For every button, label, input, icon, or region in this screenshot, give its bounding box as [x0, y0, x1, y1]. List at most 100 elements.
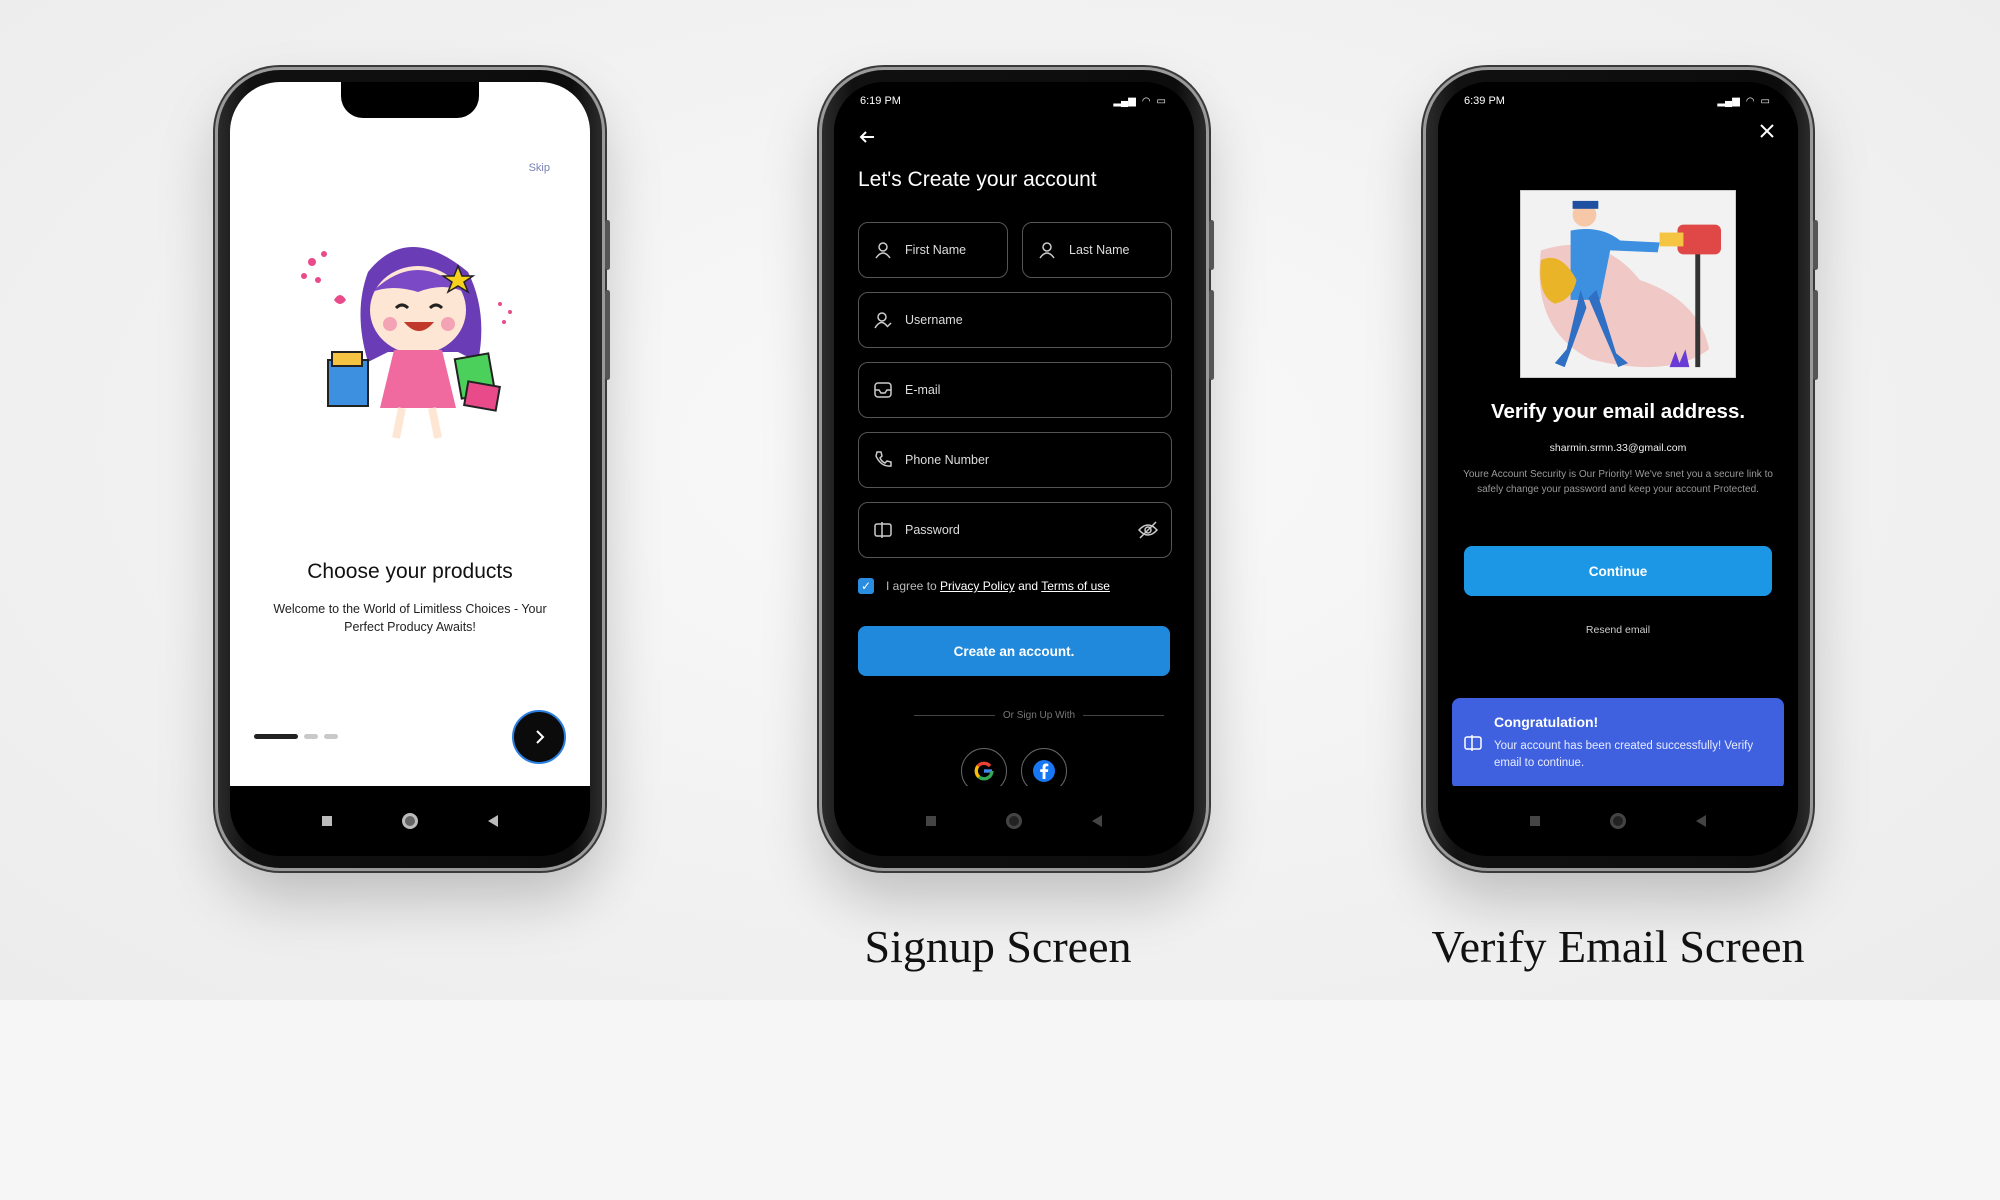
page-dot-active [254, 734, 298, 739]
battery-icon: ▭ [1760, 95, 1770, 107]
verify-description: Youre Account Security is Our Priority! … [1463, 469, 1773, 495]
email-field[interactable]: E-mail [858, 362, 1172, 418]
verify-caption: Verify Email Screen [1431, 921, 1805, 972]
terms-of-use-link[interactable]: Terms of use [1041, 579, 1110, 593]
divider-text: Or Sign Up With [1002, 710, 1076, 721]
eye-slash-icon[interactable] [1137, 520, 1159, 540]
skip-link[interactable]: Skip [529, 162, 550, 174]
signal-icon: ▂▄▆ [1113, 95, 1136, 107]
social-divider: Or Sign Up With [914, 710, 1164, 721]
home-icon[interactable] [402, 813, 418, 829]
android-nav-bar [834, 786, 1194, 856]
toast-title: Congratulation! [1494, 714, 1599, 730]
home-icon[interactable] [1610, 813, 1626, 829]
google-icon [974, 761, 994, 781]
divider-line [914, 715, 995, 716]
notch [945, 82, 1083, 118]
mailman-illustration [1520, 190, 1736, 378]
arrow-left-icon[interactable] [858, 128, 876, 146]
first-name-field[interactable]: First Name [858, 222, 1008, 278]
phone-icon [875, 451, 892, 467]
continue-button[interactable]: Continue [1464, 546, 1772, 596]
last-name-field[interactable]: Last Name [1022, 222, 1172, 278]
success-card-icon [1464, 735, 1482, 751]
privacy-policy-link[interactable]: Privacy Policy [940, 579, 1015, 593]
signal-icon: ▂▄▆ [1717, 95, 1740, 107]
password-field[interactable]: Password [858, 502, 1172, 558]
screen: 6:39 PM ▂▄▆ ◠ ▭ Verify your email addres… [1438, 82, 1798, 856]
username-field[interactable]: Username [858, 292, 1172, 348]
create-account-button[interactable]: Create an account. [858, 626, 1170, 676]
page-indicator [254, 734, 338, 739]
user-icon [1039, 242, 1055, 259]
success-toast: Congratulation! Your account has been cr… [1452, 698, 1784, 790]
phone-signup: 6:19 PM ▂▄▆ ◠ ▭ Let's Create your accoun… [822, 70, 1214, 868]
side-button [1813, 220, 1818, 270]
resend-email-link[interactable]: Resend email [1438, 624, 1798, 636]
recents-icon[interactable] [322, 816, 332, 826]
inbox-icon [874, 382, 892, 398]
android-nav-bar [1438, 786, 1798, 856]
agree-prefix: I agree to [886, 579, 937, 593]
user-edit-icon [874, 312, 892, 329]
page-dot [324, 734, 338, 739]
close-icon[interactable] [1758, 122, 1776, 140]
divider-line [1083, 715, 1164, 716]
back-triangle-icon[interactable] [488, 815, 498, 827]
phone-verify-email: 6:39 PM ▂▄▆ ◠ ▭ Verify your email addres… [1426, 70, 1818, 868]
wifi-icon: ◠ [1141, 95, 1151, 107]
battery-icon: ▭ [552, 95, 562, 107]
recents-icon[interactable] [926, 816, 936, 826]
back-triangle-icon[interactable] [1696, 815, 1706, 827]
terms-agreement: ✓ I agree to Privacy Policy and Terms of… [858, 578, 1110, 594]
battery-icon: ▭ [1156, 95, 1166, 107]
and-text: and [1018, 579, 1039, 593]
side-button [1209, 290, 1214, 380]
verify-email-address: sharmin.srmn.33@gmail.com [1549, 442, 1687, 454]
phone-onboarding: 3:36 PM ▂▄▆ ◠ ▭ Skip Choose your product… [218, 70, 610, 868]
page-dot [304, 734, 318, 739]
wifi-icon: ◠ [537, 95, 547, 107]
side-button [1813, 290, 1818, 380]
last-name-placeholder: Last Name [1069, 243, 1130, 257]
shopping-girl-illustration [301, 247, 512, 439]
back-triangle-icon[interactable] [1092, 815, 1102, 827]
notch [341, 82, 479, 118]
phone-placeholder: Phone Number [905, 453, 990, 467]
status-icons: ▂▄▆ ◠ ▭ [509, 96, 562, 107]
android-nav-bar [230, 786, 590, 856]
signup-title: Let's Create your account [858, 168, 1097, 191]
onboarding-description: Welcome to the World of Limitless Choice… [273, 602, 547, 634]
first-name-placeholder: First Name [905, 243, 967, 257]
user-icon [875, 242, 891, 259]
status-time: 6:19 PM [860, 95, 901, 107]
notch [1549, 82, 1687, 118]
status-icons: ▂▄▆ ◠ ▭ [1717, 96, 1770, 107]
status-icons: ▂▄▆ ◠ ▭ [1113, 96, 1166, 107]
next-button[interactable] [512, 710, 566, 764]
side-button [1209, 220, 1214, 270]
verify-content: 6:39 PM ▂▄▆ ◠ ▭ Verify your email addres… [1438, 82, 1798, 790]
phone-field[interactable]: Phone Number [858, 432, 1172, 488]
email-placeholder: E-mail [905, 383, 941, 397]
facebook-icon [1033, 760, 1055, 782]
status-time: 3:36 PM [256, 95, 297, 107]
recents-icon[interactable] [1530, 816, 1540, 826]
chevron-right-icon [536, 730, 545, 744]
signup-caption: Signup Screen [864, 921, 1132, 972]
verify-title: Verify your email address. [1490, 400, 1746, 423]
wifi-icon: ◠ [1745, 95, 1755, 107]
home-icon[interactable] [1006, 813, 1022, 829]
status-time: 6:39 PM [1464, 95, 1505, 107]
screen: 6:19 PM ▂▄▆ ◠ ▭ Let's Create your accoun… [834, 82, 1194, 856]
side-button [605, 220, 610, 270]
onboarding-content: 3:36 PM ▂▄▆ ◠ ▭ Skip Choose your product… [230, 82, 590, 786]
password-check-icon [874, 522, 892, 538]
agree-checkbox[interactable]: ✓ [858, 578, 874, 594]
bottom-band [0, 1000, 2000, 1200]
screen: 3:36 PM ▂▄▆ ◠ ▭ Skip Choose your product… [230, 82, 590, 856]
side-button [605, 290, 610, 380]
password-placeholder: Password [905, 523, 960, 537]
toast-message: Your account has been created successful… [1494, 740, 1754, 769]
signup-content: 6:19 PM ▂▄▆ ◠ ▭ Let's Create your accoun… [834, 82, 1194, 794]
